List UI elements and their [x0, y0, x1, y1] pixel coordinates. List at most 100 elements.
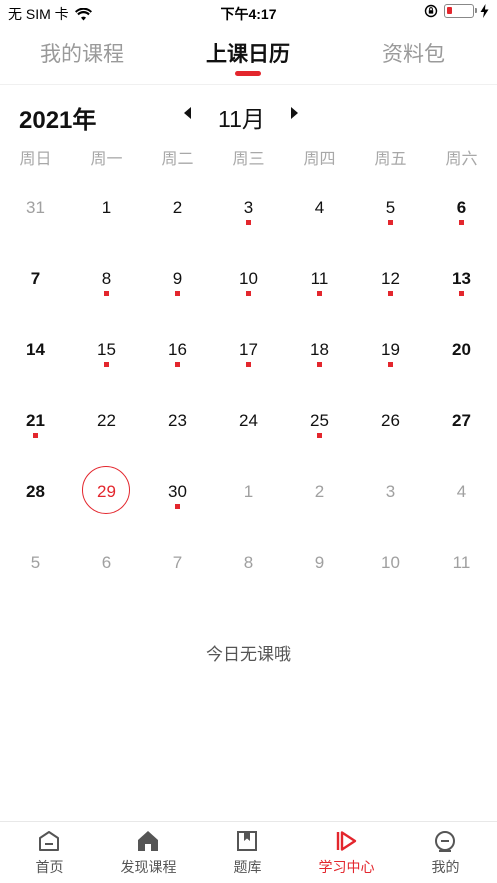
calendar-day[interactable]: 3: [355, 456, 426, 527]
home-icon: [39, 831, 59, 851]
calendar-day[interactable]: 24: [213, 385, 284, 456]
next-month-arrow-icon[interactable]: [291, 107, 298, 119]
calendar-day[interactable]: 4: [284, 172, 355, 243]
calendar-day[interactable]: 7: [0, 243, 71, 314]
nav-home[interactable]: 首页: [0, 822, 99, 883]
calendar-day[interactable]: 15: [71, 314, 142, 385]
class-marker-dot: [246, 220, 251, 225]
nav-profile[interactable]: 我的: [396, 822, 495, 883]
day-number: 18: [310, 340, 329, 359]
calendar-day[interactable]: 27: [426, 385, 497, 456]
calendar-day[interactable]: 19: [355, 314, 426, 385]
calendar-day[interactable]: 18: [284, 314, 355, 385]
calendar-day[interactable]: 30: [142, 456, 213, 527]
day-number: 17: [239, 340, 258, 359]
no-class-message: 今日无课哦: [206, 645, 291, 664]
class-marker-dot: [175, 291, 180, 296]
calendar-day[interactable]: 8: [213, 527, 284, 598]
calendar-day[interactable]: 13: [426, 243, 497, 314]
class-marker-dot: [246, 291, 251, 296]
play-learning-icon: [336, 831, 357, 851]
nav-question-bank[interactable]: 题库: [198, 822, 297, 883]
class-marker-dot: [459, 220, 464, 225]
battery-icon: [444, 4, 477, 18]
orientation-lock-icon: [424, 4, 438, 18]
calendar-day[interactable]: 1: [71, 172, 142, 243]
calendar-day[interactable]: 21: [0, 385, 71, 456]
class-marker-dot: [388, 291, 393, 296]
nav-discover[interactable]: 发现课程: [99, 822, 198, 883]
day-number: 1: [101, 198, 112, 217]
calendar-day-today[interactable]: 29: [71, 456, 142, 527]
day-number: 3: [385, 482, 396, 501]
calendar-day[interactable]: 6: [71, 527, 142, 598]
calendar-grid: 31 1 2 3 4 5 6 7 8 9 10 11 12 13 14 15 16 17 18 19 20 21 22 23 2…: [0, 172, 497, 598]
calendar-day[interactable]: 31: [0, 172, 71, 243]
calendar-day[interactable]: 6: [426, 172, 497, 243]
year-label: 2021年: [19, 107, 97, 134]
calendar-day[interactable]: 25: [284, 385, 355, 456]
weekday-label: 周二: [161, 151, 194, 168]
nav-learning-center-label: 学习中心: [318, 859, 375, 875]
day-number: 28: [26, 482, 45, 501]
day-number: 10: [381, 553, 400, 572]
calendar-day[interactable]: 3: [213, 172, 284, 243]
calendar-day[interactable]: 9: [142, 243, 213, 314]
calendar-day[interactable]: 8: [71, 243, 142, 314]
calendar-day[interactable]: 1: [213, 456, 284, 527]
question-bank-icon: [237, 831, 257, 851]
tab-my-courses[interactable]: 我的课程: [40, 38, 124, 68]
class-marker-dot: [33, 433, 38, 438]
calendar-day[interactable]: 9: [284, 527, 355, 598]
calendar-day[interactable]: 28: [0, 456, 71, 527]
previous-month-arrow-icon[interactable]: [184, 107, 191, 119]
calendar-day[interactable]: 14: [0, 314, 71, 385]
day-number: 19: [381, 340, 400, 359]
day-number: 1: [243, 482, 254, 501]
calendar-day[interactable]: 4: [426, 456, 497, 527]
day-number: 2: [172, 198, 183, 217]
calendar-day[interactable]: 20: [426, 314, 497, 385]
day-number: 29: [97, 482, 116, 501]
calendar-day[interactable]: 7: [142, 527, 213, 598]
weekday-header: 周日 周一 周二 周三 周四 周五 周六: [0, 145, 497, 169]
calendar-day[interactable]: 17: [213, 314, 284, 385]
day-number: 31: [26, 198, 45, 217]
calendar-day[interactable]: 22: [71, 385, 142, 456]
tab-class-calendar[interactable]: 上课日历: [206, 38, 290, 68]
tab-materials[interactable]: 资料包: [382, 38, 445, 68]
nav-learning-center[interactable]: 学习中心: [297, 822, 396, 883]
calendar-day[interactable]: 23: [142, 385, 213, 456]
nav-home-label: 首页: [35, 859, 64, 875]
tabs-divider: [0, 84, 497, 85]
weekday-label: 周日: [19, 151, 52, 168]
weekday-label: 周六: [445, 151, 478, 168]
class-marker-dot: [175, 362, 180, 367]
weekday-label: 周五: [374, 151, 407, 168]
calendar-day[interactable]: 26: [355, 385, 426, 456]
weekday-label: 周一: [90, 151, 123, 168]
calendar-day[interactable]: 12: [355, 243, 426, 314]
weekday-label: 周四: [303, 151, 336, 168]
calendar-day[interactable]: 5: [0, 527, 71, 598]
day-number: 26: [381, 411, 400, 430]
day-number: 13: [452, 269, 471, 288]
calendar-day[interactable]: 5: [355, 172, 426, 243]
calendar-day[interactable]: 10: [355, 527, 426, 598]
class-marker-dot: [459, 291, 464, 296]
day-number: 9: [314, 553, 325, 572]
day-number: 27: [452, 411, 471, 430]
calendar-day[interactable]: 2: [142, 172, 213, 243]
day-number: 6: [101, 553, 112, 572]
calendar-day[interactable]: 11: [426, 527, 497, 598]
calendar-day[interactable]: 11: [284, 243, 355, 314]
class-marker-dot: [388, 220, 393, 225]
calendar-day[interactable]: 2: [284, 456, 355, 527]
calendar-day[interactable]: 16: [142, 314, 213, 385]
discover-house-icon: [138, 831, 158, 851]
status-bar: 无 SIM 卡 下午4:17: [0, 0, 497, 26]
month-label: 11月: [218, 106, 265, 132]
calendar-day[interactable]: 10: [213, 243, 284, 314]
class-marker-dot: [175, 504, 180, 509]
nav-discover-label: 发现课程: [120, 859, 177, 875]
